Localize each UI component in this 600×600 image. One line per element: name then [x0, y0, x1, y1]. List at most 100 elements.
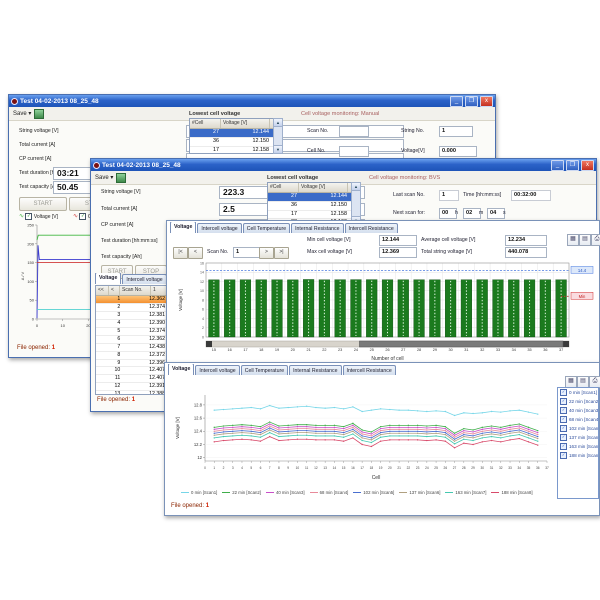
column-header[interactable]: Voltage [V] — [299, 183, 348, 192]
maximize-icon[interactable]: ❐ — [465, 96, 478, 107]
lowest-cell-table: #CellVoltage [V]2712.1443612.1501712.158… — [189, 118, 275, 154]
legend-item[interactable]: ✓0 min [Scan1] — [558, 388, 598, 397]
tab-intercell-resistance[interactable]: Intercell Resistance — [343, 365, 396, 375]
save-button[interactable]: Save ▾ — [95, 174, 113, 181]
scroll-up-icon[interactable]: ▲ — [352, 183, 360, 191]
cell-no-field[interactable] — [339, 146, 369, 157]
cell: 9 — [96, 360, 123, 367]
tab-voltage[interactable]: Voltage — [95, 273, 121, 284]
title-bar[interactable]: Test 04-02-2013 08_25_48 _ ❐ x — [91, 159, 596, 171]
svg-text:12.2: 12.2 — [194, 442, 203, 447]
cell: 10 — [96, 367, 123, 374]
column-header[interactable]: Voltage [V] — [221, 119, 270, 128]
start-button[interactable]: START — [19, 197, 67, 211]
table-row[interactable]: 712.438 — [96, 344, 168, 352]
table-row[interactable]: 2712.144 — [268, 193, 352, 202]
tab-intercell-voltage[interactable]: Intercell voltage — [195, 365, 239, 375]
svg-text:22: 22 — [407, 466, 411, 470]
legend-item[interactable]: ✓22 min [Scan2] — [558, 397, 598, 406]
last-scan-button[interactable]: >| — [274, 247, 289, 259]
table-row[interactable]: 312.381 — [96, 312, 168, 320]
cell: 8 — [96, 352, 123, 359]
scan-no-field[interactable]: 1 — [233, 247, 261, 258]
close-icon[interactable]: x — [581, 160, 594, 171]
voltage-field[interactable]: 0.000 — [439, 146, 477, 157]
next-scan-button[interactable]: > — [259, 247, 274, 259]
svg-text:34: 34 — [512, 348, 516, 352]
legend-item: 188 min [Scan8] — [491, 490, 532, 495]
tab-voltage[interactable]: Voltage — [168, 364, 194, 375]
save-icon[interactable] — [34, 109, 44, 119]
prev-scan-button[interactable]: < — [188, 247, 203, 259]
first-scan-button[interactable]: |< — [173, 247, 188, 259]
scrollbar-thumb[interactable] — [359, 341, 563, 347]
svg-text:27: 27 — [453, 466, 457, 470]
string-no-field[interactable]: 1 — [439, 126, 473, 137]
table-row[interactable]: 1212.391 — [96, 383, 168, 391]
string-voltage-label: String voltage [V] — [101, 189, 141, 195]
table-row[interactable]: 412.390 — [96, 320, 168, 328]
table-row[interactable]: 1112.407 — [96, 375, 168, 383]
y-axis-label: A / V — [20, 271, 25, 280]
tab-internal-resistance[interactable]: Internal Resistance — [291, 223, 343, 233]
table-row[interactable]: 1312.388 — [96, 391, 168, 395]
table-row[interactable]: 812.372 — [96, 352, 168, 360]
svg-text:23: 23 — [416, 466, 420, 470]
table-row[interactable]: 112.362 — [96, 296, 168, 304]
tab-intercell-voltage[interactable]: Intercell voltage — [122, 274, 166, 284]
save-button[interactable]: Save ▾ — [13, 110, 31, 117]
scroll-up-icon[interactable]: ▲ — [274, 119, 282, 127]
legend-item[interactable]: ✓68 min [Scan4] — [558, 415, 598, 424]
save-icon[interactable] — [116, 173, 126, 183]
table-row[interactable]: 612.362 — [96, 336, 168, 344]
title-bar[interactable]: Test 04-02-2013 08_25_48 _ ❐ x — [9, 95, 495, 107]
lowest-cell-table: #CellVoltage [V]2712.1443612.1501712.158… — [267, 182, 353, 225]
current-checkbox[interactable]: ✓ — [79, 213, 86, 220]
tab-voltage[interactable]: Voltage — [170, 222, 196, 233]
save-icon[interactable]: ▤ — [579, 234, 591, 246]
minimize-icon[interactable]: _ — [551, 160, 564, 171]
string-voltage-label: String voltage [V] — [19, 128, 59, 134]
close-icon[interactable]: x — [480, 96, 493, 107]
legend-item: 40 min [Scan3] — [266, 490, 305, 495]
tab-strip: VoltageIntercell voltageCell Temperature… — [170, 222, 500, 233]
column-header[interactable]: #Cell — [268, 183, 299, 192]
scan-no-field[interactable] — [339, 126, 369, 137]
scroll-down-icon[interactable]: ▼ — [274, 145, 282, 153]
tab-cell-temperature[interactable]: Cell Temperature — [241, 365, 288, 375]
series-color-dash — [399, 492, 407, 493]
table-row[interactable]: 512.374 — [96, 328, 168, 336]
table-scrollbar[interactable]: ▲▼ — [273, 118, 283, 154]
total-voltage-label: Total string voltage [V] — [421, 249, 472, 255]
table-row[interactable]: 1012.407 — [96, 367, 168, 375]
tab-cell-temperature[interactable]: Cell Temperature — [243, 223, 290, 233]
maximize-icon[interactable]: ❐ — [566, 160, 579, 171]
legend-item[interactable]: ✓102 min [Scan5] — [558, 424, 598, 433]
column-header[interactable]: #Cell — [190, 119, 221, 128]
first-page-button[interactable]: << — [96, 286, 109, 295]
table-row[interactable]: 3612.150 — [190, 138, 274, 147]
svg-text:36: 36 — [543, 348, 547, 352]
tab-intercell-voltage[interactable]: Intercell voltage — [197, 223, 241, 233]
tab-intercell-resistance[interactable]: Intercell Resistance — [345, 223, 398, 233]
svg-text:16: 16 — [228, 348, 232, 352]
table-icon[interactable]: ▦ — [567, 234, 579, 246]
table-row[interactable]: 3612.150 — [268, 202, 352, 211]
legend-item[interactable]: ✓163 min [Scan7] — [558, 442, 598, 451]
table-row[interactable]: 212.374 — [96, 304, 168, 312]
voltage-checkbox[interactable]: ✓ — [25, 213, 32, 220]
table-scrollbar[interactable]: ▲▼ — [351, 182, 361, 225]
svg-text:250: 250 — [27, 223, 34, 228]
print-icon[interactable]: ⎙ — [591, 234, 600, 246]
status-bar: File opened: 1 — [97, 397, 135, 403]
legend-item[interactable]: ✓188 min [Scan8] — [558, 451, 598, 460]
table-row[interactable]: 1712.158 — [268, 211, 352, 220]
table-row[interactable]: 2712.144 — [190, 129, 274, 138]
minimize-icon[interactable]: _ — [450, 96, 463, 107]
legend-item[interactable]: ✓40 min [Scan3] — [558, 406, 598, 415]
prev-page-button[interactable]: < — [109, 286, 120, 295]
table-row[interactable]: 912.396 — [96, 360, 168, 368]
legend-item[interactable]: ✓137 min [Scan6] — [558, 433, 598, 442]
tab-internal-resistance[interactable]: Internal Resistance — [289, 365, 341, 375]
table-row[interactable]: 1712.158 — [190, 147, 274, 154]
